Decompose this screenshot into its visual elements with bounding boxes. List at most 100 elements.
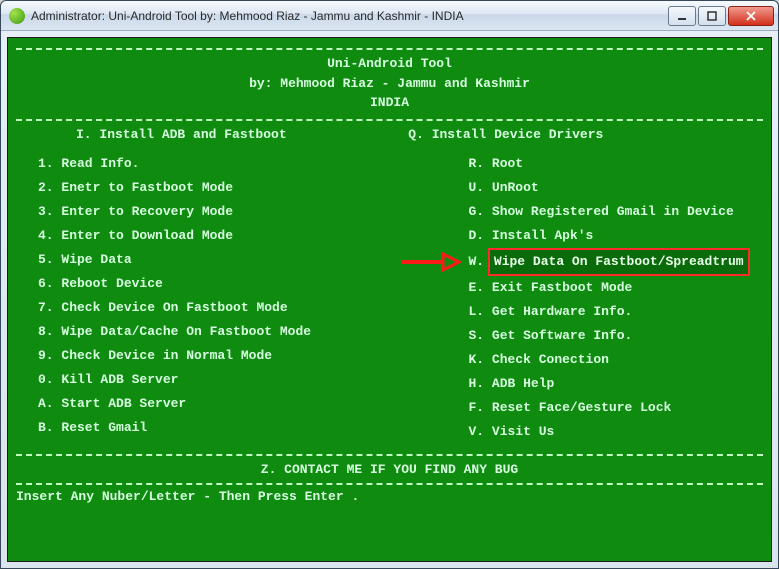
menu-item: K. Check Conection	[469, 348, 764, 372]
menu-key: 9.	[38, 348, 61, 363]
menu-item: L. Get Hardware Info.	[469, 300, 764, 324]
menu-label: Enter to Download Mode	[61, 228, 233, 243]
menu-label: Reboot Device	[61, 276, 162, 291]
menu-key: S.	[469, 328, 492, 343]
menu-item: U. UnRoot	[469, 176, 764, 200]
menu-item: 8. Wipe Data/Cache On Fastboot Mode	[38, 320, 459, 344]
menu-key: E.	[469, 280, 492, 295]
menu-label: Wipe Data On Fastboot/Spreadtrum	[488, 248, 750, 276]
menu-item: W. Wipe Data On Fastboot/Spreadtrum	[469, 248, 764, 276]
section-headings: I. Install ADB and Fastboot Q. Install D…	[16, 127, 763, 142]
menu-label: Visit Us	[492, 424, 554, 439]
menu-key: H.	[469, 376, 492, 391]
menu-item: 3. Enter to Recovery Mode	[38, 200, 459, 224]
menu-label: Reset Face/Gesture Lock	[492, 400, 671, 415]
menu-item: 9. Check Device in Normal Mode	[38, 344, 459, 368]
menu-key: K.	[469, 352, 492, 367]
menu-key: 7.	[38, 300, 61, 315]
menu-key: G.	[469, 204, 492, 219]
menu-label: Root	[492, 156, 523, 171]
menu-key: 5.	[38, 252, 61, 267]
menu-label: Kill ADB Server	[61, 372, 178, 387]
menu-label: Install Apk's	[492, 228, 593, 243]
menu-item: B. Reset Gmail	[38, 416, 459, 440]
menu-key: 0.	[38, 372, 61, 387]
menu-key: D.	[469, 228, 492, 243]
app-window: Administrator: Uni-Android Tool by: Mehm…	[0, 0, 779, 569]
console-area[interactable]: Uni-Android Tool by: Mehmood Riaz - Jamm…	[7, 37, 772, 562]
menu-item: 4. Enter to Download Mode	[38, 224, 459, 248]
menu-label: Get Software Info.	[492, 328, 632, 343]
menu-key: 1.	[38, 156, 61, 171]
menu-item: A. Start ADB Server	[38, 392, 459, 416]
footer-contact: Z. CONTACT ME IF YOU FIND ANY BUG	[16, 462, 763, 477]
minimize-icon	[677, 11, 687, 21]
app-icon	[9, 8, 25, 24]
divider	[16, 48, 763, 50]
menu-key: 4.	[38, 228, 61, 243]
menu-item: 7. Check Device On Fastboot Mode	[38, 296, 459, 320]
menu-key: 6.	[38, 276, 61, 291]
divider	[16, 483, 763, 485]
maximize-icon	[707, 11, 717, 21]
menu-label: Reset Gmail	[61, 420, 147, 435]
menu-label: Show Registered Gmail in Device	[492, 204, 734, 219]
menu-label: Exit Fastboot Mode	[492, 280, 632, 295]
menu-label: Wipe Data/Cache On Fastboot Mode	[61, 324, 311, 339]
close-button[interactable]	[728, 6, 774, 26]
divider	[16, 454, 763, 456]
menu-label: Enetr to Fastboot Mode	[61, 180, 233, 195]
section-head-left: I. Install ADB and Fastboot	[76, 127, 408, 142]
menu-key: A.	[38, 396, 61, 411]
menu-key: L.	[469, 304, 492, 319]
menu-label: Start ADB Server	[61, 396, 186, 411]
menu-label: UnRoot	[492, 180, 539, 195]
menu-item: 1. Read Info.	[38, 152, 459, 176]
menu-label: Check Conection	[492, 352, 609, 367]
menu-item: F. Reset Face/Gesture Lock	[469, 396, 764, 420]
menu-label: ADB Help	[492, 376, 554, 391]
maximize-button[interactable]	[698, 6, 726, 26]
minimize-button[interactable]	[668, 6, 696, 26]
menu-key: V.	[469, 424, 492, 439]
menu-right-column: R. RootU. UnRootG. Show Registered Gmail…	[469, 152, 764, 445]
menu-label: Enter to Recovery Mode	[61, 204, 233, 219]
menu-item: S. Get Software Info.	[469, 324, 764, 348]
window-controls	[668, 6, 774, 26]
arrow-annotation-icon	[399, 251, 461, 273]
header-block: Uni-Android Tool by: Mehmood Riaz - Jamm…	[16, 54, 763, 113]
section-head-right: Q. Install Device Drivers	[408, 127, 703, 142]
menu-item: V. Visit Us	[469, 420, 764, 444]
menu-label: Check Device in Normal Mode	[61, 348, 272, 363]
menu-item: E. Exit Fastboot Mode	[469, 276, 764, 300]
titlebar[interactable]: Administrator: Uni-Android Tool by: Mehm…	[1, 1, 778, 31]
menu-left-column: 1. Read Info.2. Enetr to Fastboot Mode3.…	[38, 152, 459, 445]
header-country: INDIA	[16, 93, 763, 113]
menu-item: 5. Wipe Data	[38, 248, 459, 272]
menu-label: Read Info.	[61, 156, 139, 171]
menu-columns: 1. Read Info.2. Enetr to Fastboot Mode3.…	[16, 152, 763, 445]
menu-label: Get Hardware Info.	[492, 304, 632, 319]
menu-item: D. Install Apk's	[469, 224, 764, 248]
menu-label: Check Device On Fastboot Mode	[61, 300, 287, 315]
header-title: Uni-Android Tool	[16, 54, 763, 74]
menu-item: H. ADB Help	[469, 372, 764, 396]
header-author: by: Mehmood Riaz - Jammu and Kashmir	[16, 74, 763, 94]
input-prompt: Insert Any Nuber/Letter - Then Press Ent…	[16, 489, 763, 504]
menu-key: B.	[38, 420, 61, 435]
menu-key: 8.	[38, 324, 61, 339]
menu-key: R.	[469, 156, 492, 171]
close-icon	[745, 11, 757, 21]
menu-item: 6. Reboot Device	[38, 272, 459, 296]
divider	[16, 119, 763, 121]
menu-label: Wipe Data	[61, 252, 131, 267]
window-title: Administrator: Uni-Android Tool by: Mehm…	[31, 9, 668, 23]
menu-item: 2. Enetr to Fastboot Mode	[38, 176, 459, 200]
menu-key: U.	[469, 180, 492, 195]
menu-item: G. Show Registered Gmail in Device	[469, 200, 764, 224]
menu-key: F.	[469, 400, 492, 415]
menu-item: 0. Kill ADB Server	[38, 368, 459, 392]
menu-key: 2.	[38, 180, 61, 195]
menu-key: 3.	[38, 204, 61, 219]
menu-item: R. Root	[469, 152, 764, 176]
